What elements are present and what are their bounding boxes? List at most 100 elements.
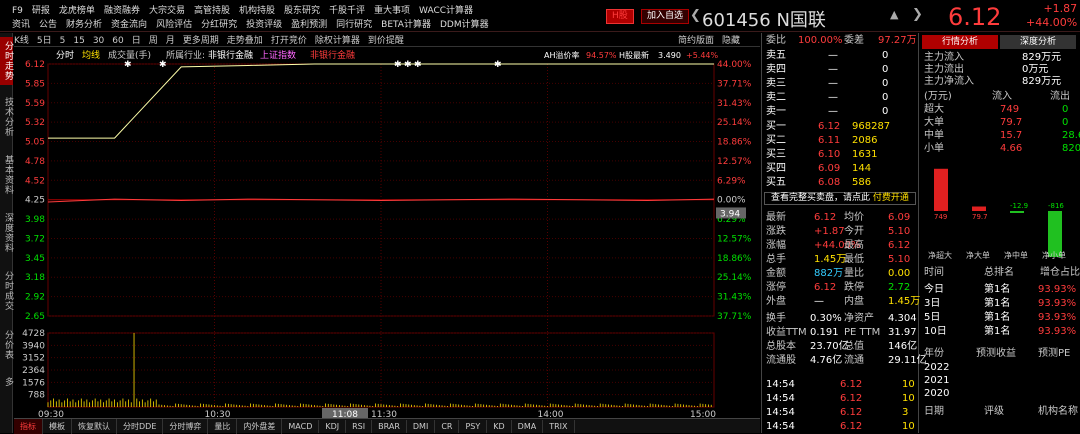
forecast-row: 2022: [922, 362, 1078, 374]
chart-option[interactable]: 简约版面: [678, 36, 714, 46]
tab-depth-analysis[interactable]: 深度分析: [1000, 35, 1076, 49]
menu-item[interactable]: 大宗交易: [149, 6, 185, 16]
cell: 6.12: [814, 212, 837, 223]
side-tab[interactable]: 深度资料: [0, 207, 13, 259]
chart-canvas[interactable]: 分时 均线 成交量(手) 所属行业: 非银行金融 上证指数 非银行金融 AH溢价率 94.57%…: [14, 47, 760, 418]
side-tab[interactable]: 多: [0, 373, 13, 391]
indicator-tab[interactable]: 恢复默认: [72, 419, 117, 434]
chart-option[interactable]: 隐藏: [722, 36, 740, 46]
menu-item[interactable]: 风险评估: [156, 20, 192, 30]
indicator-tab[interactable]: KD: [487, 420, 512, 433]
menu-row-1[interactable]: F9 研报 龙虎榜单 融资融券 大宗交易 高管持股 机构持股 股东研究 千股千评 重大事项 WACC…: [12, 3, 482, 16]
fundamental-row: 换手 0.30% 净资产 4.304: [764, 313, 917, 325]
volume-tick: 3152: [22, 354, 45, 364]
cell: 第1名: [984, 326, 1011, 337]
menu-item[interactable]: 同行研究: [336, 20, 372, 30]
menu-item[interactable]: 龙虎榜单: [59, 6, 95, 16]
chart-period-tab[interactable]: 15: [73, 36, 84, 46]
cell: 收益TTM: [766, 327, 807, 338]
indicator-tab[interactable]: 分时博弈: [163, 419, 209, 434]
chart-period-tab[interactable]: 走势叠加: [227, 36, 263, 46]
next-arrow-icon[interactable]: ❯: [912, 7, 923, 22]
full-orderbook-link[interactable]: 查看完整买卖盘，请点此 付费开通: [764, 192, 916, 205]
paid-button[interactable]: 付费开通: [870, 193, 909, 203]
forecast-head: 年份 预测收益 预测PE: [922, 348, 1078, 360]
indicator-tab[interactable]: TRIX: [543, 420, 575, 433]
indicator-tab[interactable]: RSI: [346, 420, 373, 433]
chart-period-tab[interactable]: 到价提醒: [368, 36, 404, 46]
chart-period-tab[interactable]: 60: [112, 36, 123, 46]
menu-item[interactable]: 研报: [32, 6, 50, 16]
indicator-tab[interactable]: 模板: [43, 419, 72, 434]
menu-item[interactable]: 融资融券: [104, 6, 140, 16]
menu-item[interactable]: F9: [12, 6, 23, 16]
menu-row-2[interactable]: 资讯 公告 财务分析 资金流向 风险评估 分红研究 投资评级 盈利预测 同行研究 BETA计算器 D…: [12, 17, 498, 30]
cell: 买五: [766, 177, 786, 188]
chart-period-tab[interactable]: 5: [60, 36, 66, 46]
menu-item[interactable]: 资讯: [12, 20, 30, 30]
menu-item[interactable]: 资金流向: [111, 20, 147, 30]
indicator-tab[interactable]: 量比: [208, 419, 238, 434]
sell-level: 卖一 — 0: [764, 106, 916, 118]
chart-period-tab[interactable]: 5日: [37, 36, 52, 46]
side-tab[interactable]: 分时成交: [0, 265, 13, 317]
menu-item[interactable]: 机构持股: [239, 6, 275, 16]
cell: 总值: [844, 341, 864, 352]
rating-head: 日期 评级 机构名称: [922, 406, 1078, 418]
menu-item[interactable]: 盈利预测: [291, 20, 327, 30]
chart-period-tab[interactable]: 月: [166, 36, 175, 46]
order-size-row: 大单 79.7 0: [922, 117, 1078, 129]
menu-item[interactable]: BETA计算器: [381, 20, 431, 30]
prev-arrow-icon[interactable]: ❮: [690, 8, 701, 23]
indicator-tab[interactable]: BRAR: [372, 420, 407, 433]
indicator-tab[interactable]: DMI: [407, 420, 436, 433]
chart-period-tab[interactable]: 日: [132, 36, 141, 46]
fundamental-row: 流通股 4.76亿 流通 29.11亿: [764, 355, 927, 367]
cell: 流通股: [766, 355, 796, 366]
menu-item[interactable]: 股东研究: [284, 6, 320, 16]
cell: 1631: [852, 149, 878, 160]
chart-period-tab[interactable]: 更多周期: [183, 36, 219, 46]
indicator-tab[interactable]: 分时DDE: [117, 419, 164, 434]
net-flow-value: 79.7: [972, 213, 988, 221]
indicator-tab[interactable]: 指标: [14, 419, 43, 434]
menu-item[interactable]: 重大事项: [374, 6, 410, 16]
indicator-tab[interactable]: DMA: [512, 420, 544, 433]
chart-period-tab[interactable]: K线: [14, 36, 29, 46]
cell: 预测收益: [976, 348, 1016, 359]
indicator-tab[interactable]: KDJ: [319, 420, 347, 433]
chart-period-tab[interactable]: 除权计算器: [315, 36, 360, 46]
h-share-button[interactable]: H股: [606, 9, 634, 24]
indicator-tab[interactable]: MACD: [282, 420, 320, 433]
indicator-tab[interactable]: PSY: [459, 420, 488, 433]
menu-item[interactable]: 千股千评: [329, 6, 365, 16]
cell: 23.70亿: [810, 341, 849, 352]
cell: 委比: [766, 35, 786, 46]
menu-item[interactable]: DDM计算器: [440, 20, 489, 30]
add-watchlist-button[interactable]: 加入自选: [641, 9, 690, 24]
menu-item[interactable]: 公告: [39, 20, 57, 30]
bell-icon[interactable]: ▲: [890, 8, 898, 21]
tab-market-analysis[interactable]: 行情分析: [922, 35, 998, 49]
side-tab[interactable]: 技术分析: [0, 91, 13, 143]
side-tab[interactable]: 分价表: [0, 323, 13, 367]
menu-item[interactable]: 财务分析: [66, 20, 102, 30]
rank-row: 5日 第1名 93.93%: [922, 312, 1078, 324]
menu-item[interactable]: 分红研究: [201, 20, 237, 30]
net-flow-label: 净小单: [1042, 250, 1066, 260]
volume-tick: 788: [28, 391, 45, 401]
chart-period-tab[interactable]: 打开竞价: [271, 36, 307, 46]
chart-period-tab[interactable]: 周: [149, 36, 158, 46]
cell: 79.7: [1000, 117, 1023, 128]
side-tab[interactable]: 分时走势: [0, 37, 13, 85]
indicator-tab[interactable]: CR: [435, 420, 460, 433]
menu-item[interactable]: WACC计算器: [419, 6, 473, 16]
side-tab[interactable]: 基本资料: [0, 149, 13, 201]
menu-item[interactable]: 投资评级: [246, 20, 282, 30]
chart-period-tab[interactable]: 30: [93, 36, 104, 46]
cell: 0.30%: [810, 313, 842, 324]
indicator-tab[interactable]: 内外盘差: [237, 419, 283, 434]
cell: —: [828, 50, 838, 61]
menu-item[interactable]: 高管持股: [194, 6, 230, 16]
price-tick: 5.59: [25, 99, 45, 109]
